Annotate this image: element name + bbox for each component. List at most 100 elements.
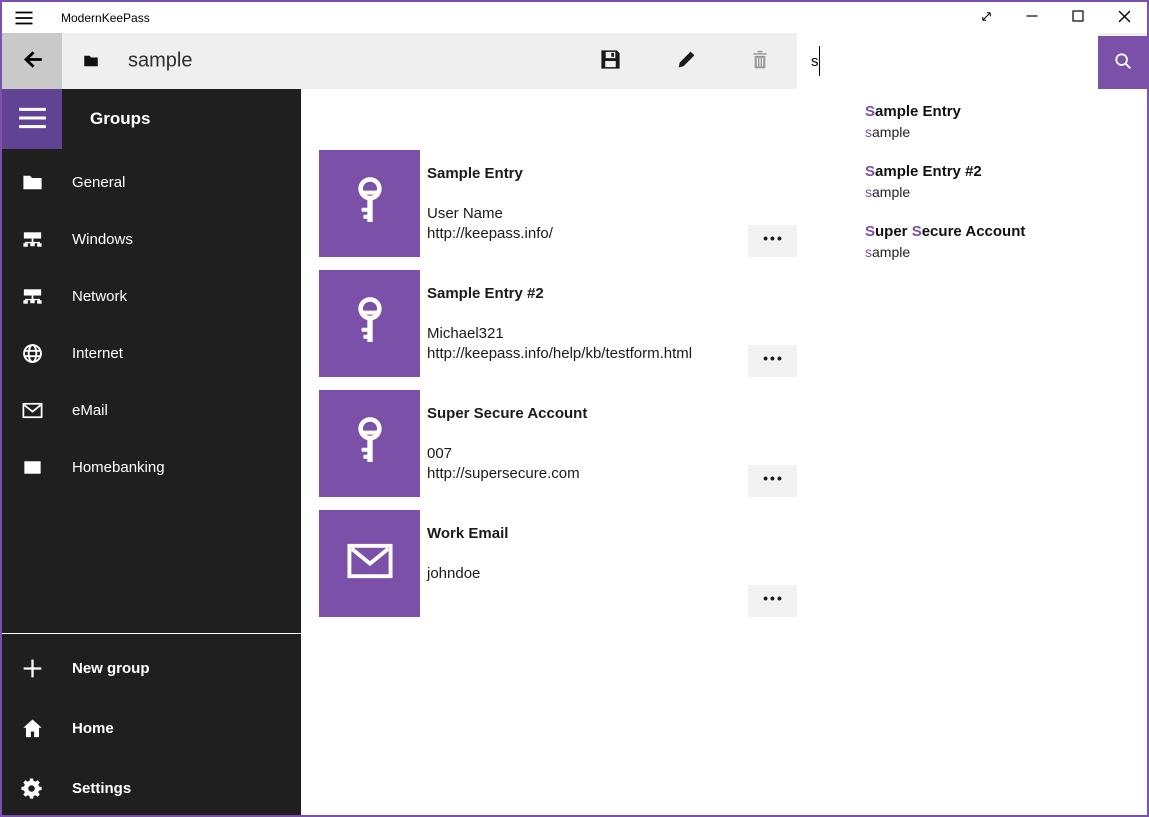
entry-title: Super Secure Account <box>427 405 587 422</box>
search-suggestion[interactable]: Super Secure Account sample <box>797 217 1147 277</box>
entry-title: Work Email <box>427 525 508 542</box>
sidebar-divider <box>2 633 301 634</box>
back-arrow-icon <box>19 46 46 76</box>
home-icon <box>20 717 44 740</box>
search-suggestions: Sample Entry sample Sample Entry #2 samp… <box>797 89 1147 287</box>
group-title: sample <box>128 50 192 73</box>
entry-username: User Name <box>427 205 503 222</box>
sidebar-item-email[interactable]: eMail <box>2 382 301 439</box>
sidebar-item-windows[interactable]: Windows <box>2 211 301 268</box>
app-window: ModernKeePass sample <box>0 0 1149 817</box>
suggestion-subtitle: sample <box>865 182 1137 202</box>
network-icon <box>20 228 44 251</box>
edit-button[interactable] <box>663 33 709 89</box>
save-icon <box>599 48 622 74</box>
suggestion-subtitle: sample <box>865 122 1137 142</box>
text-caret <box>819 46 820 76</box>
entry-username: 007 <box>427 445 452 462</box>
gear-icon <box>20 777 44 800</box>
window-title: ModernKeePass <box>61 11 150 25</box>
email-icon <box>344 535 396 592</box>
sidebar-item-label: eMail <box>72 402 108 419</box>
hamburger-icon <box>18 107 47 132</box>
entry-username: johndoe <box>427 565 480 582</box>
key-icon <box>342 293 398 354</box>
trash-icon <box>749 49 771 74</box>
save-button[interactable] <box>587 33 633 89</box>
sidebar-item-label: General <box>72 174 125 191</box>
search-box <box>797 33 1147 89</box>
sidebar-footer: New group Home Settings <box>2 638 301 817</box>
entry-more-button[interactable]: ••• <box>748 465 797 497</box>
sidebar-item-settings[interactable]: Settings <box>2 758 301 817</box>
entry-more-button[interactable]: ••• <box>748 225 797 257</box>
entry-tile <box>319 270 420 377</box>
sidebar-item-homebanking[interactable]: Homebanking <box>2 439 301 496</box>
minimize-icon <box>1026 10 1038 25</box>
sidebar-item-label: Home <box>72 720 114 737</box>
sidebar-item-label: Windows <box>72 231 133 248</box>
plus-icon <box>20 657 44 680</box>
maximize-icon <box>1072 10 1084 25</box>
entry-tile <box>319 390 420 497</box>
entry-tile <box>319 510 420 617</box>
entry-url: http://supersecure.com <box>427 465 580 482</box>
folder-icon <box>82 52 100 70</box>
entry-title: Sample Entry #2 <box>427 285 544 302</box>
suggestion-title: Sample Entry #2 <box>865 162 1137 182</box>
suggestion-subtitle: sample <box>865 242 1137 262</box>
entry-url: http://keepass.info/help/kb/testform.htm… <box>427 345 692 362</box>
pencil-icon <box>676 49 697 73</box>
sidebar-item-network[interactable]: Network <box>2 268 301 325</box>
close-icon <box>1118 10 1131 26</box>
search-button[interactable] <box>1098 36 1147 89</box>
sidebar-item-label: New group <box>72 660 150 677</box>
entry-tile <box>319 150 420 257</box>
command-bar: sample <box>2 33 1147 89</box>
sidebar-item-new-group[interactable]: New group <box>2 638 301 698</box>
network-icon <box>20 285 44 308</box>
sidebar-item-internet[interactable]: Internet <box>2 325 301 382</box>
entry-title: Sample Entry <box>427 165 523 182</box>
entry-row[interactable]: Sample Entry User Name http://keepass.in… <box>319 150 799 257</box>
delete-button[interactable] <box>737 33 783 89</box>
minimize-button[interactable] <box>1009 2 1055 33</box>
globe-icon <box>20 342 44 365</box>
fullscreen-button[interactable] <box>963 2 1009 33</box>
search-input[interactable] <box>797 33 1098 89</box>
sidebar-item-label: Homebanking <box>72 459 165 476</box>
close-button[interactable] <box>1101 2 1147 33</box>
sidebar-item-label: Network <box>72 288 127 305</box>
entry-row[interactable]: Super Secure Account 007 http://supersec… <box>319 390 799 497</box>
maximize-button[interactable] <box>1055 2 1101 33</box>
sidebar-item-label: Internet <box>72 345 123 362</box>
group-list: General Windows Network Internet eMail H… <box>2 154 301 496</box>
entry-more-button[interactable]: ••• <box>748 585 797 617</box>
suggestion-title: Super Secure Account <box>865 222 1137 242</box>
sidebar-item-general[interactable]: General <box>2 154 301 211</box>
sidebar: Groups General Windows Network Internet … <box>2 89 301 815</box>
email-icon <box>20 399 44 422</box>
sidebar-item-label: Settings <box>72 780 131 797</box>
search-icon <box>1112 50 1134 75</box>
square-icon <box>20 456 44 479</box>
entry-more-button[interactable]: ••• <box>748 345 797 377</box>
search-suggestion[interactable]: Sample Entry sample <box>797 97 1147 157</box>
suggestion-title: Sample Entry <box>865 102 1137 122</box>
window-controls <box>963 2 1147 33</box>
title-bar: ModernKeePass <box>2 2 1147 33</box>
entry-row[interactable]: Work Email johndoe ••• <box>319 510 799 617</box>
back-button[interactable] <box>2 33 62 89</box>
diagonal-resize-icon <box>979 9 994 27</box>
hamburger-icon[interactable] <box>2 11 46 25</box>
search-suggestion[interactable]: Sample Entry #2 sample <box>797 157 1147 217</box>
groups-header: Groups <box>90 89 150 149</box>
sidebar-hamburger-button[interactable] <box>2 89 62 149</box>
key-icon <box>342 413 398 474</box>
key-icon <box>342 173 398 234</box>
entry-username: Michael321 <box>427 325 504 342</box>
entry-row[interactable]: Sample Entry #2 Michael321 http://keepas… <box>319 270 799 377</box>
folder-icon <box>20 171 44 194</box>
sidebar-item-home[interactable]: Home <box>2 698 301 758</box>
entry-url: http://keepass.info/ <box>427 225 553 242</box>
